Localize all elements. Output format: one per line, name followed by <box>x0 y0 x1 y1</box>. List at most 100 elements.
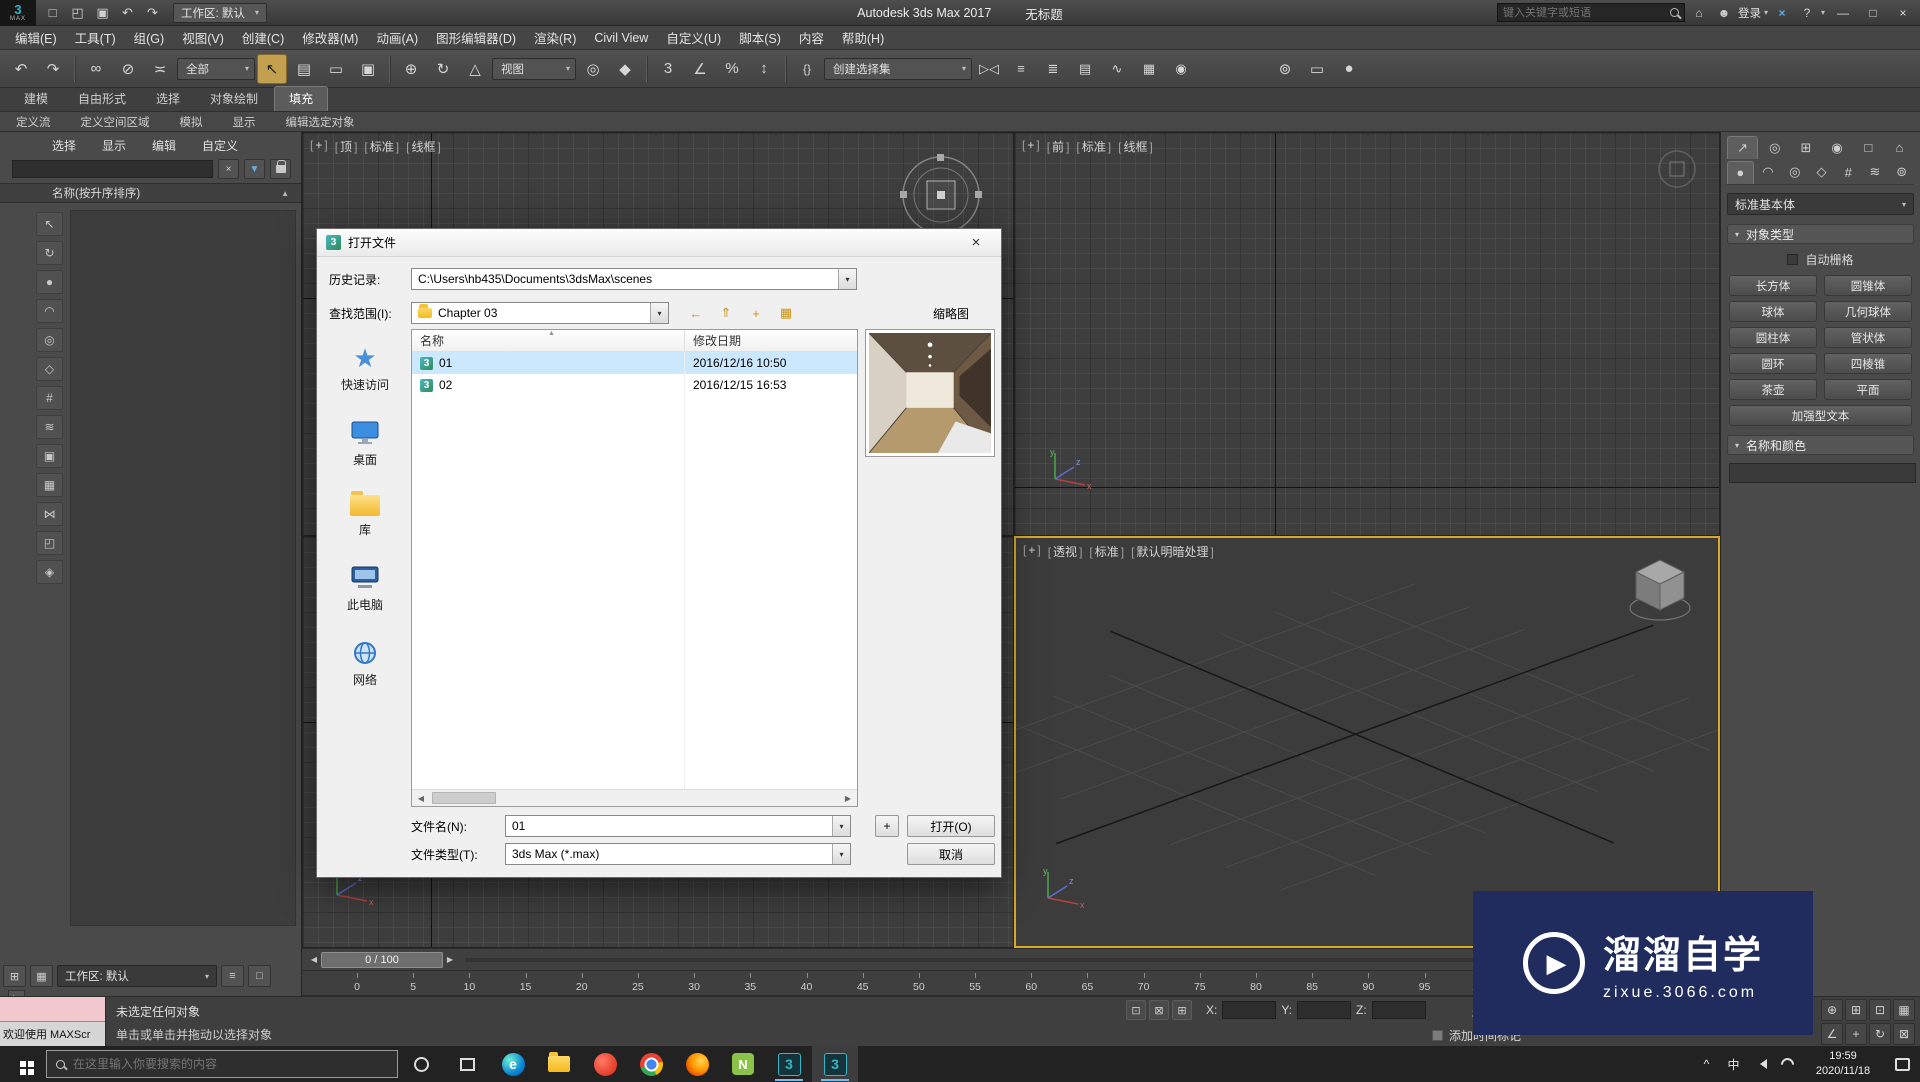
lock-icon[interactable] <box>270 159 291 179</box>
undo-icon[interactable]: ↶ <box>6 54 36 84</box>
object-type-button[interactable]: 四棱锥 <box>1824 353 1912 374</box>
lights-category-icon[interactable]: ◎ <box>1782 161 1807 184</box>
ribbon-panel-label[interactable]: 模拟 <box>180 114 203 130</box>
rectangular-selection-region-icon[interactable]: ▭ <box>321 54 351 84</box>
filter-bones-icon[interactable]: ⋈ <box>36 502 63 526</box>
selection-lock-toggle-icon[interactable]: ⊠ <box>1149 1000 1169 1020</box>
sort-header[interactable]: 名称(按升序排序) ▲ <box>0 183 301 203</box>
filter-funnel-icon[interactable]: ▼ <box>244 159 265 179</box>
help-caret-icon[interactable]: ▾ <box>1821 8 1825 17</box>
sign-in-button[interactable]: 登录 <box>1738 5 1761 21</box>
place-quick-access[interactable]: ★ 快速访问 <box>341 345 389 393</box>
helpers-category-icon[interactable]: # <box>1836 161 1861 184</box>
place-libraries[interactable]: 库 <box>350 495 380 538</box>
shapes-category-icon[interactable]: ◠ <box>1756 161 1781 184</box>
filetype-dropdown[interactable]: 3ds Max (*.max) ▾ <box>505 843 851 865</box>
filter-materials-icon[interactable]: ◈ <box>36 560 63 584</box>
action-center-icon[interactable] <box>1895 1058 1910 1071</box>
create-tab-icon[interactable]: ↗ <box>1727 136 1758 159</box>
exchange-apps-icon[interactable]: × <box>1771 2 1793 24</box>
workspace-selector[interactable]: 工作区: 默认 ▾ <box>173 3 267 23</box>
explorer-menu-item[interactable]: 自定义 <box>202 137 238 154</box>
user-icon[interactable]: ☻ <box>1713 2 1735 24</box>
viewport-label-segment[interactable]: 顶 <box>335 138 358 155</box>
percent-snap-icon[interactable]: % <box>717 54 747 84</box>
geometry-category-icon[interactable]: ● <box>1727 161 1754 184</box>
material-editor-icon[interactable]: ◉ <box>1166 54 1196 84</box>
object-type-button[interactable]: 圆锥体 <box>1824 275 1912 296</box>
maxscript-mini-listener[interactable]: 欢迎使用 MAXScr <box>0 997 106 1046</box>
viewport-label-segment[interactable]: 线框 <box>406 138 441 155</box>
y-coordinate-field[interactable] <box>1297 1001 1351 1019</box>
new-scene-icon[interactable]: □ <box>40 2 65 24</box>
render-setup-icon[interactable]: ⊚ <box>1270 54 1300 84</box>
taskbar-app-firefox[interactable] <box>674 1046 720 1082</box>
volume-icon[interactable] <box>1747 1046 1774 1082</box>
place-this-pc[interactable]: 此电脑 <box>347 565 383 613</box>
viewport-perspective-active[interactable]: +透视标准默认明暗处理 x y z <box>1014 536 1720 948</box>
curve-editor-icon[interactable]: ∿ <box>1102 54 1132 84</box>
snap-toggle-3d-icon[interactable]: 3 <box>653 54 683 84</box>
explorer-menu-item[interactable]: 编辑 <box>152 137 176 154</box>
menu-item[interactable]: 创建(C) <box>233 28 293 47</box>
layer-manager-icon[interactable]: ≣ <box>1038 54 1068 84</box>
taskbar-search-input[interactable] <box>73 1057 388 1071</box>
app-menu-button[interactable]: 3 MAX <box>0 0 36 26</box>
hierarchy-tab-icon[interactable]: ⊞ <box>1791 136 1820 159</box>
menu-item[interactable]: 脚本(S) <box>730 28 790 47</box>
up-one-level-icon[interactable]: ⇑ <box>713 301 739 325</box>
object-type-button[interactable]: 几何球体 <box>1824 301 1912 322</box>
ribbon-tab[interactable]: 选择 <box>142 87 194 111</box>
create-new-folder-icon[interactable]: + <box>743 301 769 325</box>
open-file-icon[interactable]: ◰ <box>65 2 90 24</box>
scene-object-list[interactable] <box>70 210 296 926</box>
object-type-button[interactable]: 圆柱体 <box>1729 327 1817 348</box>
minimize-button[interactable]: — <box>1828 0 1858 26</box>
rendered-frame-window-icon[interactable]: ▭ <box>1302 54 1332 84</box>
name-color-rollout[interactable]: ▾ 名称和颜色 <box>1727 435 1914 455</box>
filter-refresh-icon[interactable]: ↻ <box>36 241 63 265</box>
filename-dropdown[interactable]: 01 ▾ <box>505 815 851 837</box>
explorer-menu-item[interactable]: 选择 <box>52 137 76 154</box>
angle-snap-icon[interactable]: ∠ <box>685 54 715 84</box>
viewport-label-segment[interactable]: + <box>310 138 328 155</box>
look-in-dropdown[interactable]: Chapter 03 ▾ <box>411 302 669 324</box>
close-button[interactable]: × <box>1888 0 1918 26</box>
cancel-button[interactable]: 取消 <box>907 843 995 865</box>
file-row[interactable]: 3 01 2016/12/16 10:50 <box>412 352 857 374</box>
menu-item[interactable]: 工具(T) <box>66 28 125 47</box>
network-icon[interactable] <box>1774 1046 1801 1082</box>
column-date[interactable]: 修改日期 <box>685 330 857 351</box>
time-slider-handle[interactable]: 0 / 100 <box>321 952 443 968</box>
isolate-selection-toggle-icon[interactable]: ⊡ <box>1126 1000 1146 1020</box>
select-and-move-icon[interactable]: ⊕ <box>396 54 426 84</box>
filter-groups-icon[interactable]: ▣ <box>36 444 63 468</box>
zoom-extents-icon[interactable]: ⊡ <box>1869 999 1891 1021</box>
viewport-label-segment[interactable]: 默认明暗处理 <box>1131 543 1214 560</box>
scroll-right-icon[interactable]: ▶ <box>840 791 856 805</box>
search-icon[interactable] <box>1670 8 1679 17</box>
ui-grid-icon[interactable]: ⊞ <box>3 965 26 987</box>
menu-item[interactable]: Civil View <box>585 31 657 45</box>
ribbon-panel-label[interactable]: 定义空间区域 <box>81 114 150 130</box>
menu-item[interactable]: 视图(V) <box>173 28 233 47</box>
object-type-button[interactable]: 球体 <box>1729 301 1817 322</box>
ribbon-toggle-icon[interactable]: ▤ <box>1070 54 1100 84</box>
scroll-left-icon[interactable]: ◀ <box>413 791 429 805</box>
viewport-label-segment[interactable]: + <box>1023 543 1041 560</box>
redo-icon[interactable]: ↷ <box>140 2 165 24</box>
orbit-icon[interactable]: ↻ <box>1869 1023 1891 1045</box>
zoom-icon[interactable]: ⊕ <box>1821 999 1843 1021</box>
viewport-label-segment[interactable]: 标准 <box>1076 138 1111 155</box>
mirror-icon[interactable]: ▷◁ <box>974 54 1004 84</box>
previous-frame-icon[interactable]: ◀ <box>307 952 321 968</box>
viewport-label-segment[interactable]: 前 <box>1047 138 1070 155</box>
explorer-search-input[interactable] <box>12 160 213 178</box>
display-monitor-icon[interactable]: □ <box>248 965 271 987</box>
viewport-label-segment[interactable]: 标准 <box>1089 543 1124 560</box>
cameras-category-icon[interactable]: ◇ <box>1809 161 1834 184</box>
schematic-view-icon[interactable]: ▦ <box>1134 54 1164 84</box>
x-coordinate-field[interactable] <box>1222 1001 1276 1019</box>
menu-item[interactable]: 渲染(R) <box>525 28 585 47</box>
viewport-front[interactable]: +前标准线框 x y z <box>1014 132 1720 536</box>
